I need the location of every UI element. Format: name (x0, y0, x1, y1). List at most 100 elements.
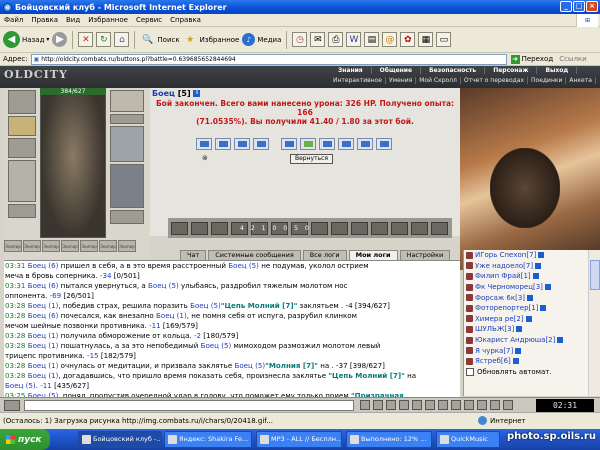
nav-transfers[interactable]: Отчет о переводах (461, 77, 529, 84)
info-icon[interactable] (527, 294, 534, 301)
inventory-slot[interactable]: Экипир (61, 240, 79, 252)
helmet-slot[interactable] (8, 90, 36, 114)
print-icon[interactable]: ⎙ (328, 32, 344, 47)
maximize-button[interactable]: □ (573, 1, 585, 12)
player-list-scrollbar[interactable] (588, 250, 600, 396)
action-icon[interactable] (411, 221, 428, 235)
links-button[interactable]: Ссылки (559, 55, 587, 63)
discuss-icon[interactable]: ▤ (364, 32, 380, 47)
action-icon[interactable] (331, 221, 348, 235)
player-item[interactable]: Я чурка[7] (464, 345, 588, 356)
home-icon[interactable]: ⌂ (114, 32, 130, 47)
minimize-button[interactable]: _ (560, 1, 572, 12)
nav-exit[interactable]: Выход (537, 67, 578, 74)
player-item[interactable]: ШУЛЬЖ[3] (464, 324, 588, 335)
forward-arrow-icon[interactable]: ▶ (52, 32, 68, 47)
nav-my-scroll[interactable]: Мой Скролл (416, 77, 461, 84)
player-item[interactable]: ИГорь Спехоп[7] (464, 250, 588, 261)
nav-knowledge[interactable]: Знания (330, 67, 372, 74)
info-icon[interactable] (538, 252, 545, 259)
tab-all-logs[interactable]: Все логи (302, 250, 347, 260)
menu-help[interactable]: Справка (170, 16, 201, 24)
armor-slot[interactable] (8, 160, 36, 202)
tool-icon[interactable] (360, 400, 370, 410)
action-icon[interactable] (311, 221, 328, 235)
address-input[interactable]: ▣ http://oldcity.combats.ru/buttons.pl?b… (30, 53, 507, 65)
back-button[interactable]: ◀ Назад ▾ (3, 31, 49, 48)
task-item[interactable]: Яндекс: Shakira Fe... (164, 431, 252, 448)
tab-my-logs[interactable]: Мои логи (348, 250, 398, 260)
action-icon[interactable] (171, 221, 188, 235)
player-item[interactable]: Ястреб[6] (464, 356, 588, 367)
task-item[interactable]: QuickMusic (436, 431, 500, 448)
inventory-slot[interactable]: Экипир (99, 240, 117, 252)
player-item[interactable]: Фоторепортер[1] (464, 303, 588, 314)
player-item[interactable]: Уже надоело[7] (464, 261, 588, 272)
media-button[interactable]: ♪ Медиа (242, 33, 281, 46)
player-item[interactable]: Фк Черноморец[3] (464, 282, 588, 293)
player-item[interactable]: Химера ре[2] (464, 314, 588, 325)
action-icon[interactable] (351, 221, 368, 235)
tab-system[interactable]: Системные сообщения (208, 250, 301, 260)
chat-menu-icon[interactable] (4, 400, 20, 411)
tool-icon[interactable] (425, 400, 435, 410)
menu-tools[interactable]: Сервис (136, 16, 162, 24)
inventory-slot[interactable]: Экипир (4, 240, 22, 252)
bracer-slot[interactable] (8, 116, 36, 136)
tool-icon[interactable] (490, 400, 500, 410)
info-icon[interactable] (557, 337, 564, 344)
info-icon[interactable] (535, 262, 542, 269)
info-icon[interactable] (516, 326, 523, 333)
tool-icon[interactable] (503, 400, 513, 410)
task-item[interactable]: Бойцовский клуб -... (78, 431, 162, 448)
action-icon[interactable] (211, 221, 228, 235)
belt-slot[interactable] (8, 204, 36, 218)
amulet-slot[interactable] (110, 114, 144, 124)
nav-communication[interactable]: Общение (372, 67, 422, 74)
task-item[interactable]: Выполнено: 12% ... (346, 431, 432, 448)
folder-icon[interactable]: ▭ (436, 32, 452, 47)
start-button[interactable]: пуск (0, 429, 50, 450)
refresh-icon[interactable]: ↻ (96, 32, 112, 47)
info-icon[interactable] (515, 347, 522, 354)
action-icon[interactable] (371, 221, 388, 235)
action-icon[interactable] (191, 221, 208, 235)
edit-icon[interactable]: W (346, 32, 362, 47)
tool-icon[interactable] (451, 400, 461, 410)
tab-chat[interactable]: Чат (180, 250, 207, 260)
nav-profile[interactable]: Анкета (566, 77, 596, 84)
character-avatar[interactable] (40, 88, 106, 238)
nav-skills[interactable]: Умения (386, 77, 417, 84)
go-button[interactable]: ➜ Переход (510, 54, 553, 64)
tool-icon[interactable] (477, 400, 487, 410)
search-button[interactable]: 🔍 Поиск (140, 32, 179, 47)
research-icon[interactable]: ✿ (400, 32, 416, 47)
stop-icon[interactable]: ✕ (78, 32, 94, 47)
info-icon[interactable] (525, 315, 532, 322)
action-icon[interactable] (431, 221, 448, 235)
messenger-icon[interactable]: @ (382, 32, 398, 47)
calc-icon[interactable]: ▦ (418, 32, 434, 47)
nav-interactive[interactable]: Интерактивное (330, 77, 386, 84)
history-icon[interactable]: ◷ (292, 32, 308, 47)
tool-icon[interactable] (386, 400, 396, 410)
nav-character[interactable]: Персонаж (485, 67, 538, 74)
tab-settings[interactable]: Настройки (399, 250, 451, 260)
inventory-slot[interactable]: Экипир (80, 240, 98, 252)
close-button[interactable]: × (586, 1, 598, 12)
tool-icon[interactable] (412, 400, 422, 410)
info-icon[interactable]: i (193, 90, 201, 97)
tool-icon[interactable] (373, 400, 383, 410)
boots-slot[interactable] (110, 164, 144, 208)
task-item[interactable]: MP3 - ALL // Бесплн... (256, 431, 342, 448)
menu-file[interactable]: Файл (4, 16, 23, 24)
nav-fights[interactable]: Поединки (528, 77, 567, 84)
player-item[interactable]: Форсаж 6к[3] (464, 292, 588, 303)
nav-security[interactable]: Безопасность (421, 67, 486, 74)
player-item[interactable]: Филип Фрай[1] (464, 271, 588, 282)
info-icon[interactable] (532, 273, 539, 280)
info-icon[interactable] (540, 305, 547, 312)
gloves-slot[interactable] (110, 126, 144, 162)
shield-slot[interactable] (110, 210, 144, 224)
menu-edit[interactable]: Правка (31, 16, 58, 24)
